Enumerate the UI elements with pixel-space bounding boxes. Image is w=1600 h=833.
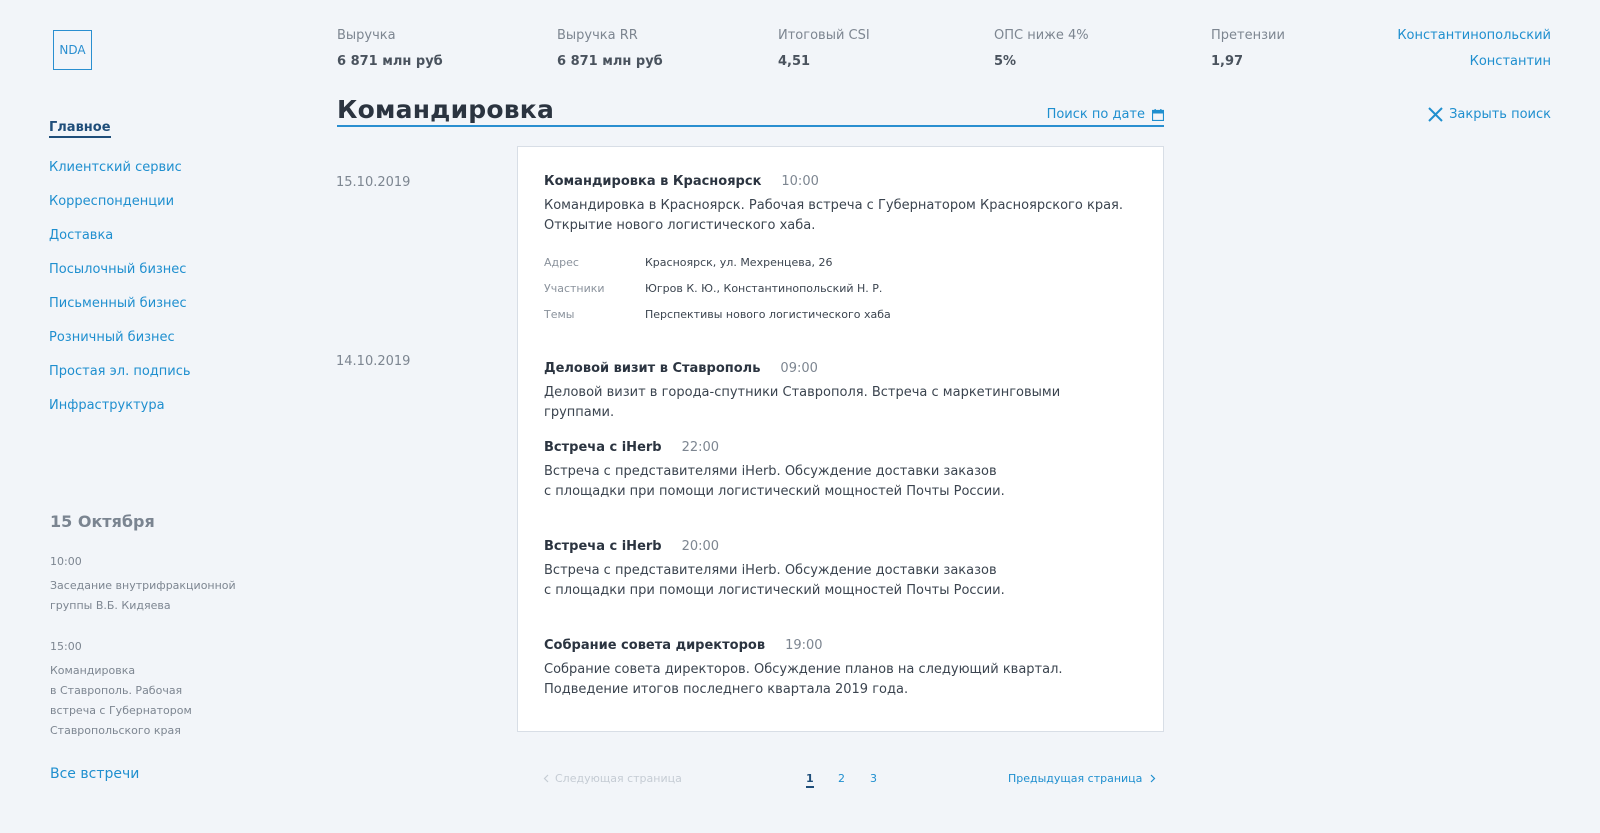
event-description-line: Встреча с представителями iHerb. Обсужде… <box>544 563 997 578</box>
pagination-next[interactable]: Предыдущая страница <box>1008 772 1156 785</box>
day-entry-text: в Ставрополь. Рабочая <box>50 684 183 697</box>
day-entry-text: Ставропольского края <box>50 724 181 737</box>
event-description-line: с площадки при помощи логистический мощн… <box>544 484 1005 499</box>
event-description: Деловой визит в города-спутники Ставропо… <box>544 383 1124 423</box>
kpi-claims: Претензии 1,97 <box>1211 28 1285 69</box>
property-value: Югров К. Ю., Константинопольский Н. Р. <box>645 282 883 295</box>
event-description: Собрание совета директоров. Обсуждение п… <box>544 660 1124 700</box>
kpi-value: 1,97 <box>1211 54 1244 69</box>
property-value: Красноярск, ул. Мехренцева, 26 <box>645 256 833 269</box>
event-description-line: Подведение итогов последнего квартала 20… <box>544 682 909 697</box>
page-number[interactable]: 2 <box>838 772 845 785</box>
event-item[interactable]: Командировка в Красноярск 10:00 Командир… <box>544 174 1124 328</box>
property-value: Перспективы нового логистического хаба <box>645 308 891 321</box>
day-entry[interactable]: 15:00 Командировка в Ставрополь. Рабочая… <box>50 637 192 741</box>
date-search-label: Поиск по дате <box>1046 107 1145 122</box>
day-entry-time: 15:00 <box>50 640 82 653</box>
event-property: Темы Перспективы нового логистического х… <box>544 302 1124 328</box>
event-title: Собрание совета директоров <box>544 638 766 653</box>
sidebar-item-parcel-business[interactable]: Посылочный бизнес <box>49 262 186 277</box>
page-title: Командировка <box>337 95 555 124</box>
sidebar-item-letter-business[interactable]: Письменный бизнес <box>49 296 187 311</box>
kpi-revenue: Выручка 6 871 млн руб <box>337 28 443 69</box>
sidebar-item-e-signature[interactable]: Простая эл. подпись <box>49 364 191 379</box>
kpi-label: Итоговый CSI <box>778 28 870 43</box>
event-description: Встреча с представителями iHerb. Обсужде… <box>544 462 1124 502</box>
kpi-label: Претензии <box>1211 28 1285 43</box>
event-properties: Адрес Красноярск, ул. Мехренцева, 26 Уча… <box>544 250 1124 328</box>
day-entry-text: встреча с Губернатором <box>50 704 192 717</box>
pagination-prev[interactable]: Следующая страница <box>543 772 682 785</box>
event-item[interactable]: Деловой визит в Ставрополь 09:00 Деловой… <box>544 361 1124 423</box>
logo[interactable]: NDA <box>53 30 92 70</box>
event-time: 19:00 <box>785 638 823 653</box>
event-time: 20:00 <box>681 539 720 554</box>
event-time: 09:00 <box>780 361 818 376</box>
day-entry-text: Заседание внутрифракционной <box>50 579 236 592</box>
property-key: Адрес <box>544 256 579 269</box>
user-first-name[interactable]: Константин <box>1397 54 1551 69</box>
event-item[interactable]: Встреча с iHerb 22:00 Встреча с представ… <box>544 440 1124 502</box>
title-row: Командировка Поиск по дате <box>337 95 1164 127</box>
day-entry-time: 10:00 <box>50 555 82 568</box>
user-profile[interactable]: Константинопольский Константин <box>1397 28 1551 69</box>
chevron-left-icon <box>543 774 549 783</box>
event-title: Командировка в Красноярск <box>544 174 762 189</box>
kpi-revenue-rr: Выручка RR 6 871 млн руб <box>557 28 663 69</box>
date-search-button[interactable]: Поиск по дате <box>1047 107 1164 122</box>
event-title: Деловой визит в Ставрополь <box>544 361 761 376</box>
sidebar-item-correspondence[interactable]: Корреспонденции <box>49 194 174 209</box>
kpi-label: Выручка <box>337 28 396 43</box>
event-description-line: Собрание совета директоров. Обсуждение п… <box>544 662 1063 677</box>
calendar-icon <box>1152 108 1164 121</box>
event-description-line: Встреча с представителями iHerb. Обсужде… <box>544 464 997 479</box>
event-time: 22:00 <box>681 440 720 455</box>
sidebar-item-infrastructure[interactable]: Инфраструктура <box>49 398 165 413</box>
kpi-ops: ОПС ниже 4% 5% <box>994 28 1089 69</box>
event-description-line: с площадки при помощи логистический мощн… <box>544 583 1005 598</box>
all-meetings-link[interactable]: Все встречи <box>50 766 139 782</box>
kpi-csi: Итоговый CSI 4,51 <box>778 28 870 69</box>
event-title: Встреча с iHerb <box>544 440 662 455</box>
sidebar-item-client-service[interactable]: Клиентский сервис <box>49 160 182 175</box>
kpi-label: Выручка RR <box>557 28 638 43</box>
kpi-value: 6 871 млн руб <box>557 54 663 69</box>
pagination-next-label: Предыдущая страница <box>1008 772 1143 785</box>
property-key: Темы <box>544 308 575 321</box>
kpi-value: 5% <box>994 54 1017 69</box>
page-number[interactable]: 1 <box>806 772 814 788</box>
kpi-value: 4,51 <box>778 54 811 69</box>
event-date: 14.10.2019 <box>336 354 411 369</box>
close-icon <box>1428 107 1443 122</box>
close-search-label: Закрыть поиск <box>1449 107 1551 122</box>
sidebar-item-delivery[interactable]: Доставка <box>49 228 113 243</box>
event-date: 15.10.2019 <box>336 175 411 190</box>
event-description: Встреча с представителями iHerb. Обсужде… <box>544 561 1124 601</box>
pagination-prev-label: Следующая страница <box>555 772 682 785</box>
event-description-line: Деловой визит в города-спутники Ставропо… <box>544 385 1061 420</box>
page-number[interactable]: 3 <box>870 772 877 785</box>
close-search-button[interactable]: Закрыть поиск <box>1428 107 1551 122</box>
events-card: Командировка в Красноярск 10:00 Командир… <box>517 146 1164 732</box>
sidebar-item-main[interactable]: Главное <box>49 120 111 138</box>
event-time: 10:00 <box>781 174 819 189</box>
kpi-value: 6 871 млн руб <box>337 54 443 69</box>
event-description: Командировка в Красноярск. Рабочая встре… <box>544 196 1124 236</box>
event-property: Участники Югров К. Ю., Константинопольск… <box>544 276 1124 302</box>
event-title: Встреча с iHerb <box>544 539 662 554</box>
user-last-name[interactable]: Константинопольский <box>1397 28 1551 43</box>
chevron-right-icon <box>1150 774 1156 783</box>
day-entry[interactable]: 10:00 Заседание внутрифракционной группы… <box>50 552 236 616</box>
day-entry-text: группы В.Б. Кидяева <box>50 599 171 612</box>
event-property: Адрес Красноярск, ул. Мехренцева, 26 <box>544 250 1124 276</box>
kpi-label: ОПС ниже 4% <box>994 28 1089 43</box>
day-schedule-title: 15 Октября <box>50 512 155 531</box>
day-entry-text: Командировка <box>50 664 136 677</box>
event-description-line: Открытие нового логистического хаба. <box>544 218 816 233</box>
event-item[interactable]: Собрание совета директоров 19:00 Собрани… <box>544 638 1124 700</box>
sidebar-item-retail-business[interactable]: Розничный бизнес <box>49 330 175 345</box>
event-description-line: Командировка в Красноярск. Рабочая встре… <box>544 198 1123 213</box>
event-item[interactable]: Встреча с iHerb 20:00 Встреча с представ… <box>544 539 1124 601</box>
property-key: Участники <box>544 282 605 295</box>
